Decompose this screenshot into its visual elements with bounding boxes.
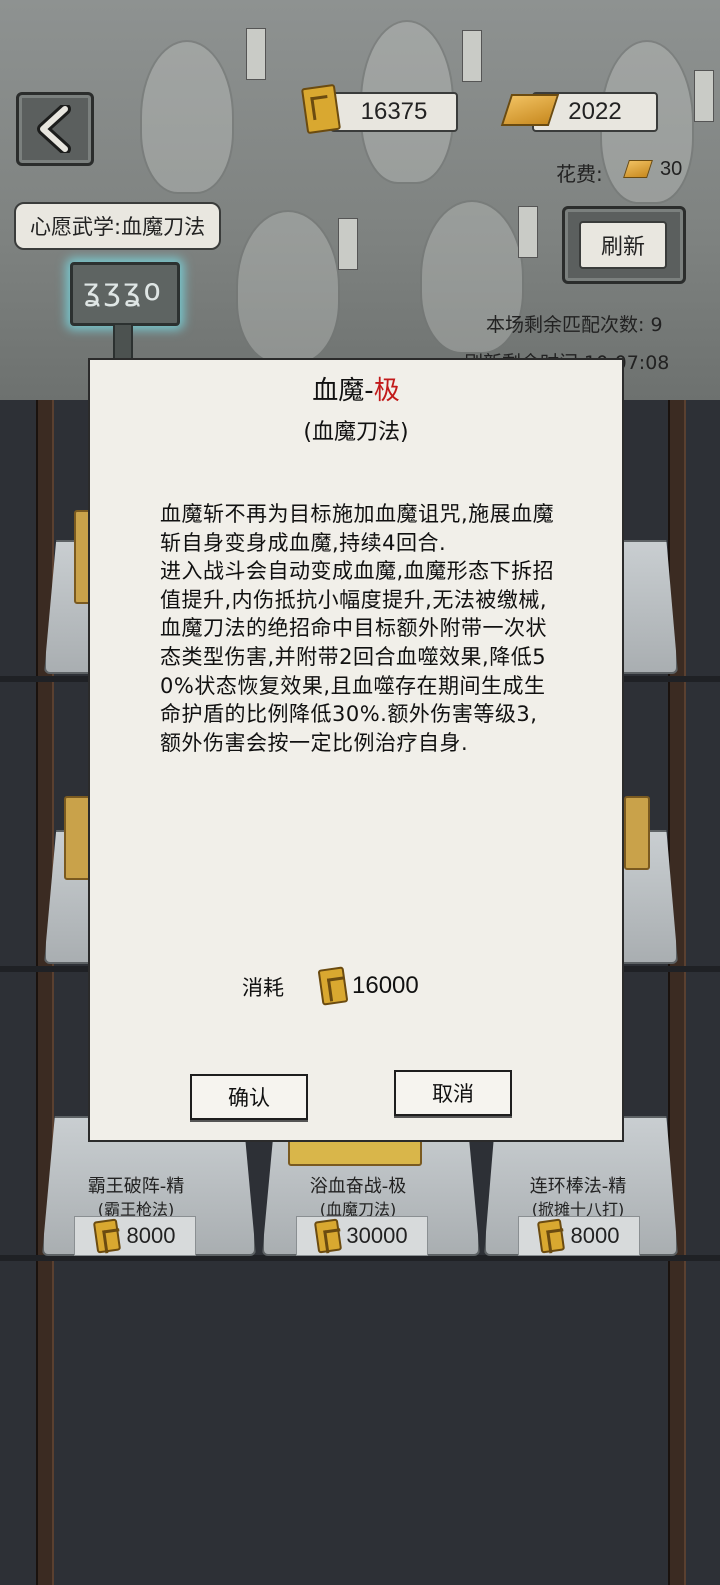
cost-value: 30 [660, 158, 683, 180]
seal-stamp [338, 218, 358, 270]
wish-skill-label[interactable]: 心愿武学:血魔刀法 [14, 202, 222, 250]
card-skill-name: 浴血奋战-极 [309, 1176, 407, 1197]
scroll-item-icon [624, 796, 650, 870]
scroll-currency-counter: 16375 [330, 92, 458, 132]
card-price-value: 8000 [570, 1223, 620, 1248]
seal-stamp [518, 206, 538, 258]
cost-label: 花费: [556, 162, 603, 186]
shelf-pillar [36, 400, 54, 1585]
card-price[interactable]: 8000 [74, 1216, 196, 1256]
dialog-subtitle: (血魔刀法) [303, 420, 409, 445]
cancel-button[interactable]: 取消 [394, 1070, 512, 1116]
martial-artist-figure [140, 40, 234, 194]
scroll-currency-icon [314, 1218, 343, 1254]
remaining-matches: 本场剩余匹配次数: 9 [486, 314, 663, 336]
scroll-currency-icon [300, 83, 342, 135]
card-price[interactable]: 8000 [518, 1216, 640, 1256]
confirm-button[interactable]: 确认 [190, 1074, 308, 1120]
dialog-title: 血魔-极 [90, 370, 622, 407]
dialog-title-main: 血魔- [312, 376, 374, 406]
refresh-button-label: 刷新 [579, 221, 667, 269]
skill-purchase-dialog: 血魔-极 (血魔刀法) 血魔斩不再为目标施加血魔诅咒,施展血魔斩自身变身成血魔,… [88, 358, 624, 1142]
seal-stamp [694, 70, 714, 122]
book-item-icon [288, 1138, 422, 1166]
card-price-value: 30000 [346, 1223, 408, 1248]
top-scene [0, 0, 720, 400]
glowing-signpost[interactable]: ʓʒʓo [70, 262, 180, 367]
martial-artist-figure [236, 210, 340, 364]
skill-description: 血魔斩不再为目标施加血魔诅咒,施展血魔斩自身变身成血魔,持续4回合. 进入战斗会… [160, 502, 555, 755]
seal-stamp [462, 30, 482, 82]
card-skill-name: 连环棒法-精 [529, 1176, 627, 1197]
scroll-currency-icon [92, 1218, 121, 1254]
signpost-glyph-icon: ʓʒʓo [83, 273, 164, 308]
card-price[interactable]: 30000 [296, 1216, 428, 1256]
refresh-button[interactable]: 刷新 [562, 206, 686, 284]
dialog-title-grade: 极 [373, 376, 400, 406]
consume-value: 16000 [352, 972, 419, 999]
chevron-left-icon [37, 105, 71, 153]
seal-stamp [246, 28, 266, 80]
back-button[interactable] [16, 92, 94, 166]
scroll-currency-icon [536, 1218, 565, 1254]
shelf-pillar [668, 400, 686, 1585]
card-skill-name: 霸王破阵-精 [87, 1176, 185, 1197]
card-price-value: 8000 [126, 1223, 176, 1248]
consume-label: 消耗 [242, 976, 284, 1000]
